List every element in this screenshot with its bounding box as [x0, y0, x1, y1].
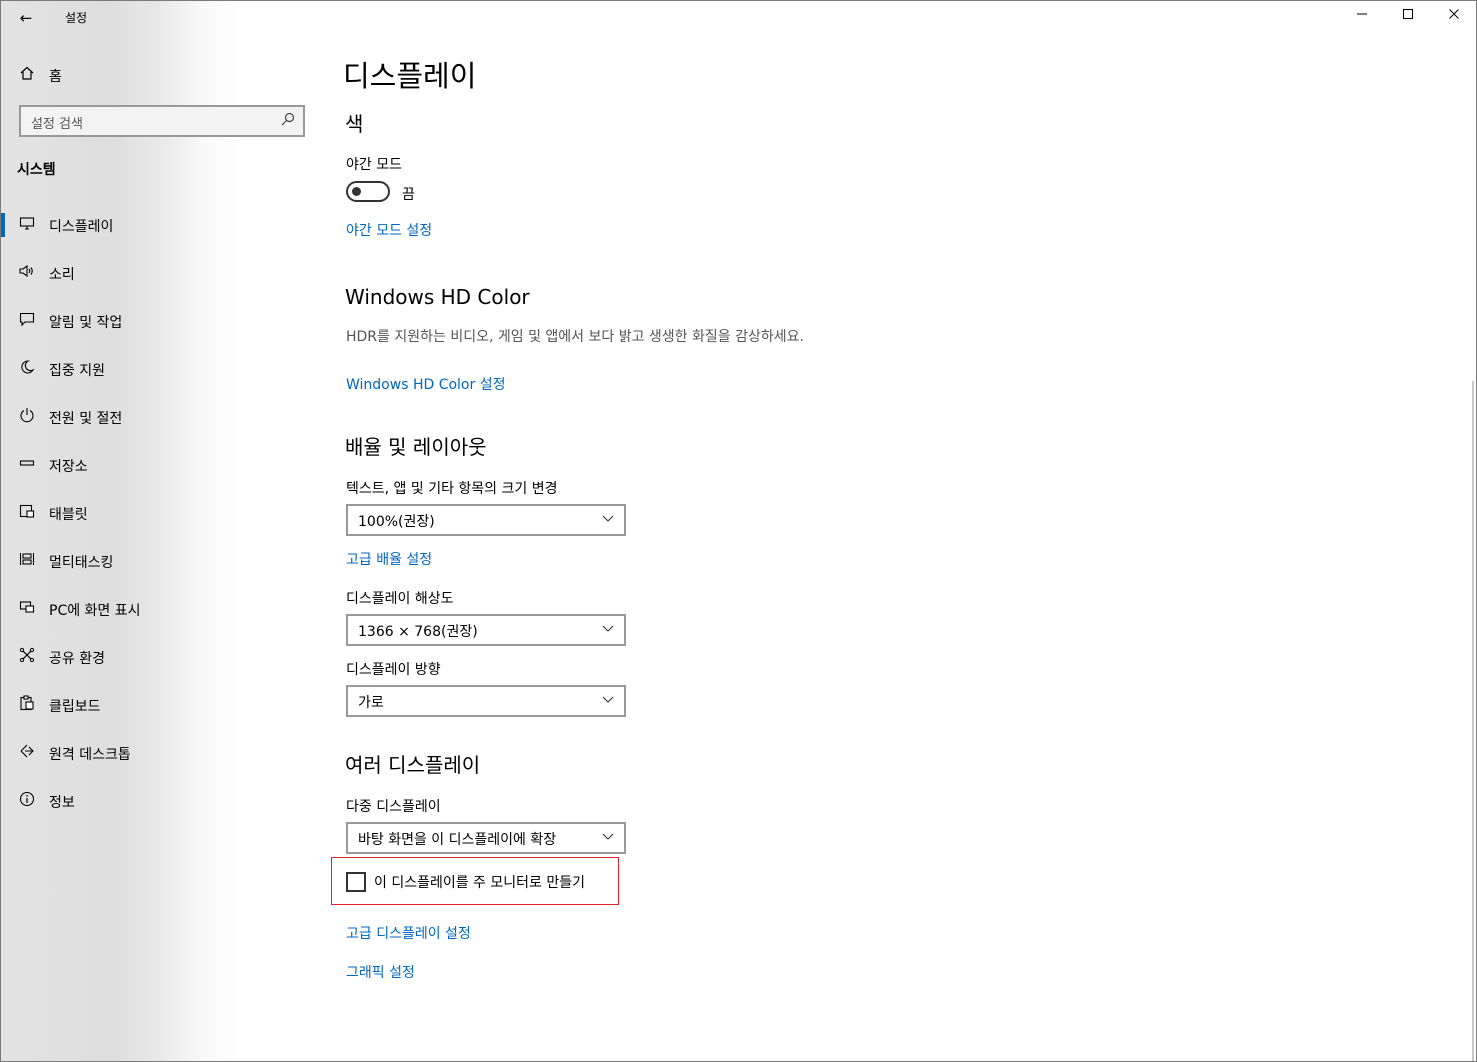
chevron-down-icon [602, 830, 614, 842]
sidebar-item-clipboard[interactable]: 클립보드 [1, 685, 321, 725]
search-placeholder: 설정 검색 [31, 117, 83, 132]
sidebar: ← 설정 홈 설정 검색 시스템 디스플레이 소리 알림 및 작업 집중 지원 … [1, 1, 321, 1061]
sidebar-item-label: 저장소 [49, 459, 88, 475]
sidebar-item-shared[interactable]: 공유 환경 [1, 637, 321, 677]
graphics-settings-link[interactable]: 그래픽 설정 [346, 962, 415, 982]
resolution-label: 디스플레이 해상도 [346, 591, 454, 607]
night-light-toggle[interactable] [346, 181, 390, 202]
hd-color-settings-link[interactable]: Windows HD Color 설정 [346, 374, 505, 394]
chevron-down-icon [602, 512, 614, 524]
advanced-display-settings-link[interactable]: 고급 디스플레이 설정 [346, 923, 471, 943]
color-heading: 색 [345, 112, 364, 136]
main-display-checkbox[interactable] [346, 872, 366, 892]
speaker-icon [17, 263, 37, 283]
sidebar-item-about[interactable]: 정보 [1, 781, 321, 821]
settings-window: ← 설정 홈 설정 검색 시스템 디스플레이 소리 알림 및 작업 집중 지원 … [0, 0, 1477, 1062]
advanced-scale-link[interactable]: 고급 배율 설정 [346, 549, 432, 569]
scale-dropdown[interactable]: 100%(권장) [346, 504, 626, 536]
orientation-label: 디스플레이 방향 [346, 662, 441, 678]
scale-layout-heading: 배율 및 레이아웃 [345, 435, 487, 459]
resolution-dropdown[interactable]: 1366 × 768(권장) [346, 614, 626, 646]
scale-label: 텍스트, 앱 및 기타 항목의 크기 변경 [346, 481, 558, 497]
storage-icon [17, 455, 37, 475]
multitasking-icon [17, 551, 37, 571]
sidebar-item-sound[interactable]: 소리 [1, 253, 321, 293]
hd-color-description: HDR를 지원하는 비디오, 게임 및 앱에서 보다 밝고 생생한 화질을 감상… [346, 329, 804, 345]
clipboard-icon [17, 695, 37, 715]
project-icon [17, 599, 37, 619]
sidebar-item-label: 전원 및 절전 [49, 411, 123, 427]
sidebar-item-label: 정보 [49, 795, 75, 811]
sidebar-item-home[interactable]: 홈 [1, 59, 321, 91]
multi-display-value: 바탕 화면을 이 디스플레이에 확장 [358, 832, 557, 848]
main-content: 디스플레이 색 야간 모드 끔 야간 모드 설정 Windows HD Colo… [321, 1, 1476, 1061]
info-icon [17, 791, 37, 811]
search-icon[interactable] [281, 112, 297, 128]
multi-display-heading: 여러 디스플레이 [345, 753, 481, 777]
sidebar-item-label: 원격 데스크톱 [49, 747, 131, 763]
resolution-value: 1366 × 768(권장) [358, 624, 478, 640]
back-arrow-icon[interactable]: ← [15, 7, 37, 29]
orientation-dropdown[interactable]: 가로 [346, 685, 626, 717]
sidebar-item-storage[interactable]: 저장소 [1, 445, 321, 485]
chevron-down-icon [602, 693, 614, 705]
sidebar-item-label: 홈 [49, 69, 62, 85]
sidebar-item-label: 공유 환경 [49, 651, 105, 667]
tablet-icon [17, 503, 37, 523]
sidebar-item-label: 디스플레이 [49, 219, 114, 235]
sidebar-item-multitasking[interactable]: 멀티태스킹 [1, 541, 321, 581]
sidebar-item-focus-assist[interactable]: 집중 지원 [1, 349, 321, 389]
sidebar-item-label: 집중 지원 [49, 363, 105, 379]
display-icon [17, 215, 37, 235]
hd-color-heading: Windows HD Color [345, 285, 530, 309]
sidebar-item-notifications[interactable]: 알림 및 작업 [1, 301, 321, 341]
page-title: 디스플레이 [343, 59, 477, 93]
sidebar-item-remote-desktop[interactable]: 원격 데스크톱 [1, 733, 321, 773]
orientation-value: 가로 [358, 695, 384, 711]
section-title: 시스템 [17, 162, 56, 178]
sidebar-item-label: 소리 [49, 267, 75, 283]
app-title: 설정 [65, 11, 88, 25]
remote-desktop-icon [17, 743, 37, 763]
toggle-knob [352, 187, 361, 196]
sidebar-item-label: 멀티태스킹 [49, 555, 114, 571]
share-icon [17, 647, 37, 667]
multi-display-dropdown[interactable]: 바탕 화면을 이 디스플레이에 확장 [346, 822, 626, 854]
sidebar-item-label: PC에 화면 표시 [49, 603, 141, 619]
sidebar-item-power[interactable]: 전원 및 절전 [1, 397, 321, 437]
scale-value: 100%(권장) [358, 514, 435, 530]
multi-display-label: 다중 디스플레이 [346, 799, 441, 815]
sidebar-item-label: 클립보드 [49, 699, 101, 715]
home-icon [17, 65, 37, 85]
night-light-state: 끔 [402, 187, 415, 203]
night-light-settings-link[interactable]: 야간 모드 설정 [346, 220, 432, 240]
sidebar-item-label: 알림 및 작업 [49, 315, 123, 331]
moon-icon [17, 359, 37, 379]
power-icon [17, 407, 37, 427]
sidebar-item-tablet[interactable]: 태블릿 [1, 493, 321, 533]
search-input[interactable]: 설정 검색 [19, 105, 305, 137]
sidebar-item-label: 태블릿 [49, 507, 88, 523]
main-display-checkbox-label[interactable]: 이 디스플레이를 주 모니터로 만들기 [374, 872, 585, 892]
sidebar-item-display[interactable]: 디스플레이 [1, 205, 321, 245]
message-icon [17, 311, 37, 331]
chevron-down-icon [602, 622, 614, 634]
night-light-label: 야간 모드 [346, 157, 402, 173]
scrollbar[interactable] [1472, 381, 1474, 1061]
sidebar-item-project[interactable]: PC에 화면 표시 [1, 589, 321, 629]
